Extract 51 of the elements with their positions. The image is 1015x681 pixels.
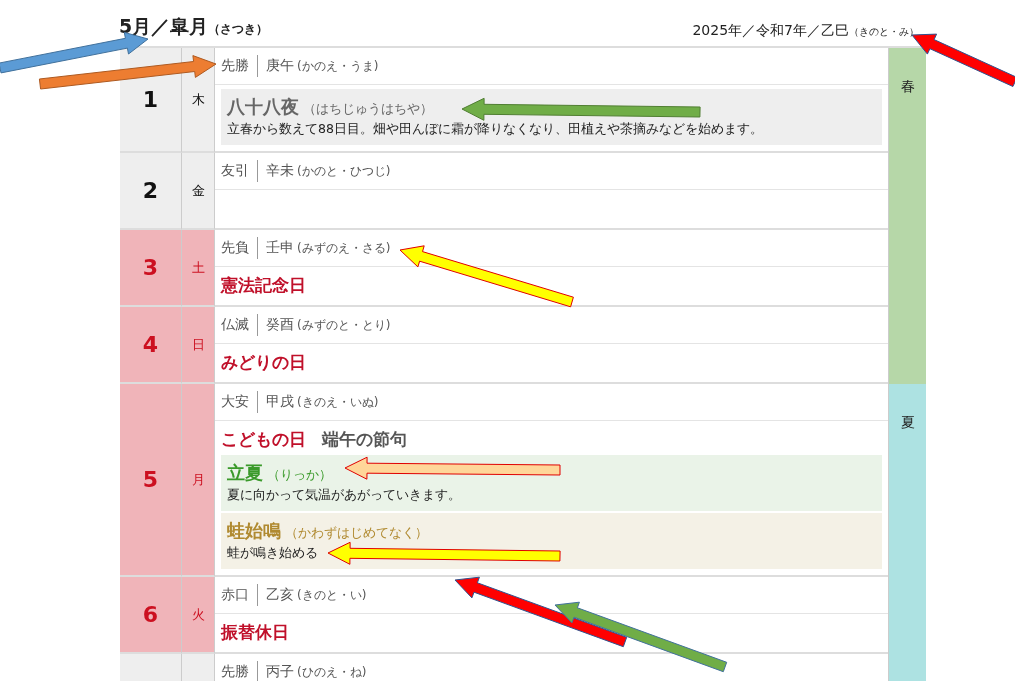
month-title: 5月／皐月 <box>119 15 209 37</box>
rokuyo-label: 友引 <box>221 162 249 180</box>
rokuyo-label: 仏滅 <box>221 316 249 334</box>
year-reading: （きのと・み） <box>849 26 919 37</box>
eto-reading: (きのえ・いぬ) <box>297 394 379 411</box>
eto-label: 乙亥 <box>266 586 294 604</box>
eto-reading: (ひのえ・ね) <box>297 664 367 681</box>
year-title: 2025年／令和7年／乙巳 <box>692 22 849 38</box>
rokuyo-label: 大安 <box>221 393 249 411</box>
season-label: 春 <box>888 48 926 384</box>
date-number: 2 <box>120 153 182 230</box>
eto-reading: (かのえ・うま) <box>297 58 379 75</box>
weekday: 火 <box>182 577 215 654</box>
rokuyo-label: 赤口 <box>221 586 249 604</box>
eto-label: 壬申 <box>266 239 294 257</box>
holiday-name: みどりの日 <box>221 350 306 374</box>
eto-label: 癸酉 <box>266 316 294 334</box>
weekday: 月 <box>182 384 215 577</box>
eto-reading: (きのと・い) <box>297 587 367 604</box>
month-reading: （さつき） <box>208 22 269 36</box>
date-number: 3 <box>120 230 182 307</box>
date-number: 6 <box>120 577 182 654</box>
rokuyo-label: 先勝 <box>221 663 249 681</box>
note-reading: （はちじゅうはちや） <box>303 100 433 118</box>
festival-name: 端午の節句 <box>322 427 407 451</box>
note-reading: （かわずはじめてなく） <box>285 524 428 542</box>
note-description: 蛙が鳴き始める <box>227 545 318 562</box>
eto-label: 辛未 <box>266 162 294 180</box>
note-title: 蛙始鳴 <box>227 519 281 543</box>
note-title: 八十八夜 <box>227 95 299 119</box>
rokuyo-label: 先負 <box>221 239 249 257</box>
eto-reading: (みずのえ・さる) <box>297 240 391 257</box>
note-title: 立夏 <box>227 461 263 485</box>
weekday: 土 <box>182 230 215 307</box>
season-label: 夏 <box>888 384 926 681</box>
date-number: 5 <box>120 384 182 577</box>
date-number: 4 <box>120 307 182 384</box>
eto-reading: (かのと・ひつじ) <box>297 163 391 180</box>
rokuyo-label: 先勝 <box>221 57 249 75</box>
eto-label: 庚午 <box>266 57 294 75</box>
weekday: 日 <box>182 307 215 384</box>
eto-label: 甲戌 <box>266 393 294 411</box>
holiday-name: 憲法記念日 <box>221 273 306 297</box>
note-description: 夏に向かって気温があがっていきます。 <box>227 487 461 504</box>
eto-label: 丙子 <box>266 663 294 681</box>
holiday-name: こどもの日 <box>221 427 306 451</box>
weekday: 金 <box>182 153 215 230</box>
note-description: 立春から数えて88日目。畑や田んぼに霜が降りなくなり、田植えや茶摘みなどを始めます。 <box>227 121 763 138</box>
note-reading: （りっか） <box>267 466 332 484</box>
eto-reading: (みずのと・とり) <box>297 317 391 334</box>
holiday-name: 振替休日 <box>221 620 289 644</box>
